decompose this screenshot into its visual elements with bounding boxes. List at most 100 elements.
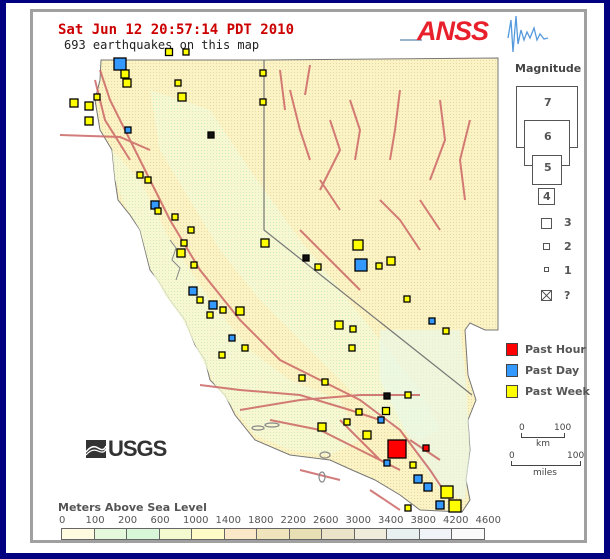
elevation-legend-title: Meters Above Sea Level (58, 501, 207, 514)
earthquake-marker[interactable] (448, 499, 462, 513)
earthquake-marker[interactable] (171, 213, 179, 221)
earthquake-marker[interactable] (383, 392, 391, 400)
earthquake-marker[interactable] (422, 444, 430, 452)
scale-miles-start: 0 (509, 451, 515, 461)
earthquake-marker[interactable] (69, 98, 79, 108)
mag-3-label: 3 (564, 216, 572, 229)
earthquake-marker[interactable] (423, 482, 433, 492)
earthquake-marker[interactable] (377, 416, 385, 424)
earthquake-marker[interactable] (403, 295, 411, 303)
earthquake-marker[interactable] (435, 500, 445, 510)
earthquake-marker[interactable] (259, 69, 267, 77)
elevation-tick-label: 3400 (378, 515, 404, 526)
earthquake-marker[interactable] (409, 461, 417, 469)
earthquake-marker[interactable] (190, 261, 198, 269)
past-week-label: Past Week (525, 385, 590, 398)
earthquake-marker[interactable] (404, 504, 412, 512)
usgs-logo-text: USGS (108, 436, 167, 461)
elevation-tick-label: 2600 (313, 515, 339, 526)
earthquake-marker[interactable] (122, 78, 132, 88)
earthquake-marker[interactable] (84, 101, 94, 111)
earthquake-marker[interactable] (349, 325, 357, 333)
earthquake-marker[interactable] (154, 207, 162, 215)
usgs-wave-icon (86, 440, 106, 458)
earthquake-marker[interactable] (144, 176, 152, 184)
earthquake-marker[interactable] (334, 320, 344, 330)
mag-7-label: 7 (544, 96, 552, 109)
earthquake-marker[interactable] (196, 296, 204, 304)
elevation-tick-label: 600 (150, 515, 170, 526)
earthquake-marker[interactable] (120, 69, 130, 79)
mag-2-label: 2 (564, 240, 572, 253)
earthquake-marker[interactable] (235, 306, 245, 316)
earthquake-marker[interactable] (298, 374, 306, 382)
earthquake-marker[interactable] (124, 126, 132, 134)
earthquake-marker[interactable] (84, 116, 94, 126)
earthquake-marker[interactable] (302, 254, 310, 262)
earthquake-marker[interactable] (362, 430, 372, 440)
earthquake-marker[interactable] (188, 286, 198, 296)
earthquake-marker[interactable] (352, 239, 364, 251)
earthquake-marker[interactable] (354, 258, 368, 272)
mag-unknown-label: ? (564, 289, 571, 302)
earthquake-marker[interactable] (174, 79, 182, 87)
earthquake-marker[interactable] (428, 317, 436, 325)
earthquake-marker[interactable] (440, 485, 454, 499)
earthquake-marker[interactable] (228, 334, 236, 342)
elevation-tick-label: 200 (118, 515, 138, 526)
earthquake-marker[interactable] (93, 93, 101, 101)
earthquake-marker[interactable] (218, 351, 226, 359)
mag-4-label: 4 (543, 190, 551, 203)
earthquake-marker[interactable] (413, 474, 423, 484)
mag-6-label: 6 (544, 130, 552, 143)
elevation-color-cell (126, 528, 160, 540)
elevation-color-cell (223, 528, 257, 540)
mag-3-box (541, 218, 552, 229)
anss-logo-text: ANSS (417, 16, 489, 46)
elevation-color-cell (158, 528, 192, 540)
earthquake-map[interactable] (0, 0, 610, 559)
earthquake-marker[interactable] (208, 300, 218, 310)
earthquake-marker[interactable] (113, 57, 127, 71)
earthquake-marker[interactable] (176, 248, 186, 258)
elevation-color-cell (386, 528, 420, 540)
elevation-tick-label: 4200 (443, 515, 469, 526)
earthquake-marker[interactable] (136, 171, 144, 179)
earthquake-marker[interactable] (259, 98, 267, 106)
earthquake-marker[interactable] (348, 344, 356, 352)
earthquake-marker[interactable] (375, 262, 383, 270)
earthquake-marker[interactable] (241, 344, 249, 352)
earthquake-marker[interactable] (317, 422, 327, 432)
earthquake-marker[interactable] (314, 263, 322, 271)
elevation-color-cell (321, 528, 355, 540)
elevation-color-cell (61, 528, 95, 540)
earthquake-marker[interactable] (343, 418, 351, 426)
earthquake-marker[interactable] (404, 391, 412, 399)
earthquake-marker[interactable] (206, 311, 214, 319)
earthquake-marker[interactable] (442, 327, 450, 335)
earthquake-marker[interactable] (187, 226, 195, 234)
past-hour-swatch (506, 343, 518, 356)
elevation-color-cell (93, 528, 127, 540)
elevation-tick-label: 2200 (280, 515, 306, 526)
earthquake-marker[interactable] (383, 459, 391, 467)
anss-logo: ANSS (400, 10, 550, 60)
past-day-swatch (506, 364, 518, 377)
past-day-label: Past Day (525, 364, 580, 377)
earthquake-marker[interactable] (381, 406, 391, 416)
earthquake-marker[interactable] (207, 131, 215, 139)
timestamp: Sat Jun 12 20:57:14 PDT 2010 (58, 22, 295, 38)
elevation-tick-label: 100 (85, 515, 105, 526)
scale-miles-bar (511, 461, 581, 466)
earthquake-marker[interactable] (321, 378, 329, 386)
earthquake-marker[interactable] (180, 239, 188, 247)
elevation-tick-label: 0 (59, 515, 66, 526)
earthquake-marker[interactable] (355, 408, 363, 416)
elevation-color-cell (288, 528, 322, 540)
earthquake-marker[interactable] (386, 256, 396, 266)
earthquake-marker[interactable] (177, 92, 187, 102)
earthquake-marker[interactable] (260, 238, 270, 248)
earthquake-marker[interactable] (387, 439, 407, 459)
earthquake-marker[interactable] (219, 306, 227, 314)
past-hour-label: Past Hour (525, 343, 586, 356)
